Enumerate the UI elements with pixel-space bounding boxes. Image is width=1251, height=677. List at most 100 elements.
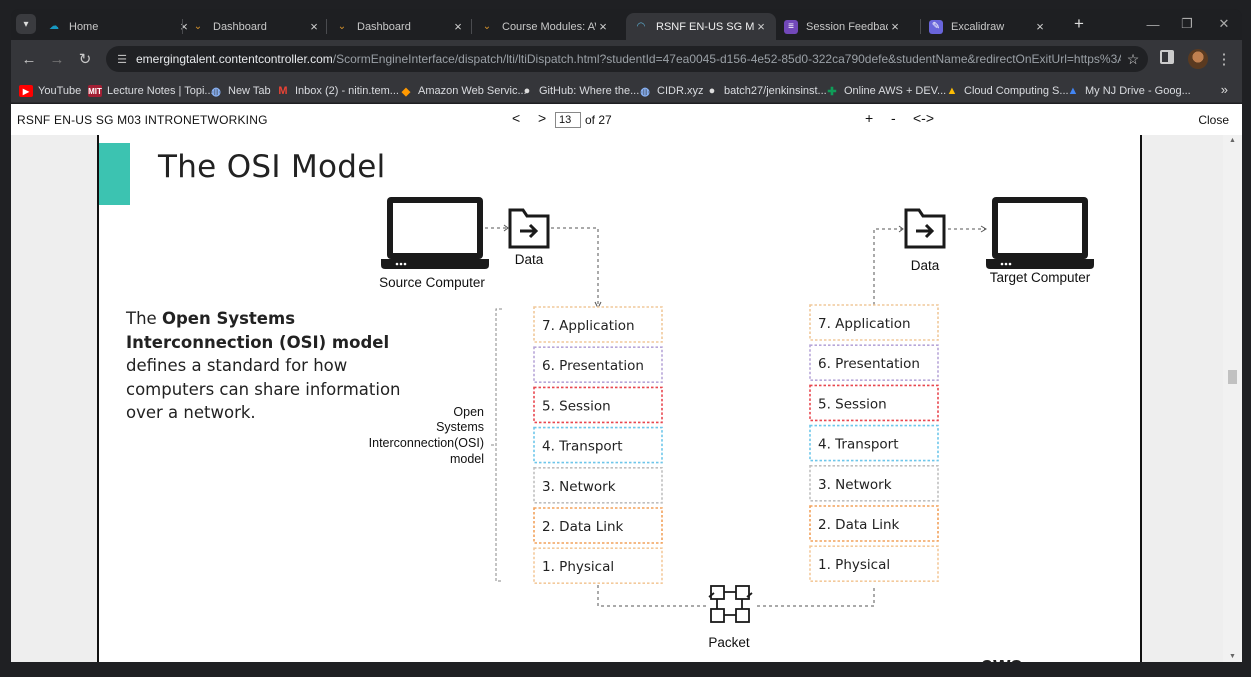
data-label-right: Data — [911, 258, 940, 273]
tab-title: Dashboard — [213, 20, 267, 33]
osi-stack-target: 7. Application 6. Presentation 5. Session 4… — [809, 304, 939, 583]
source-computer-icon — [381, 197, 489, 269]
scroll-up-icon[interactable]: ▲ — [1228, 137, 1237, 144]
close-tab-icon[interactable]: × — [1033, 19, 1047, 34]
back-arrow-icon[interactable]: ← — [19, 49, 39, 69]
bookmarks-bar: ▶ YouTube MIT Lecture Notes | Topi... ◍ New T… — [11, 78, 1242, 103]
osi-brace-line: Interconnection(OSI) — [369, 436, 484, 450]
bookmark-label: YouTube — [38, 85, 82, 97]
site-info-icon[interactable]: ☰ — [114, 51, 130, 67]
target-layer-label: 2. Data Link — [818, 517, 900, 533]
bookmark-item[interactable]: ● GitHub: Where the... — [520, 83, 640, 99]
arrow-right-icon — [980, 225, 987, 233]
github-icon: ● — [708, 85, 716, 97]
page-number-input[interactable]: 13 — [555, 112, 581, 128]
bookmark-label: CIDR.xyz — [657, 85, 704, 97]
bookmark-item[interactable]: ✚ Online AWS + DEV... — [825, 83, 946, 99]
chevron-down-icon: ▾ — [23, 18, 29, 30]
tab-title: Dashboard — [357, 20, 411, 33]
bookmark-item[interactable]: ◆ Amazon Web Servic... — [399, 83, 527, 99]
osi-brace-line: Systems — [436, 420, 484, 434]
drive-icon: ▲ — [1067, 85, 1079, 97]
bookmark-item[interactable]: ▲ My NJ Drive - Goog... — [1066, 83, 1191, 99]
browser-window: ▾ ☁ Home × ⌄ Dashboard × ⌄ Dashboard × ⌄ Course Mo… — [11, 9, 1242, 662]
zoom-in-button[interactable]: + — [865, 110, 873, 126]
browser-tab[interactable]: ⌄ Dashboard × — [327, 13, 473, 40]
close-tab-icon[interactable]: × — [888, 19, 902, 34]
bookmark-star-icon[interactable]: ☆ — [1124, 50, 1142, 68]
data-folder-icon — [508, 208, 550, 249]
github-icon: ● — [523, 85, 531, 97]
vertical-scrollbar[interactable]: ▲ ▼ — [1223, 135, 1242, 662]
browser-tab[interactable]: ⌄ Course Modules: AW × — [472, 13, 618, 40]
target-computer-icon — [986, 197, 1094, 269]
profile-avatar[interactable] — [1188, 49, 1208, 69]
tab-title: Excalidraw — [951, 20, 1005, 33]
scrollbar-thumb[interactable] — [1228, 370, 1237, 384]
bookmark-label: GitHub: Where the... — [539, 85, 640, 97]
source-layer-label: 1. Physical — [542, 559, 614, 575]
bookmark-item[interactable]: ● batch27/jenkinsinst... — [705, 83, 827, 99]
zoom-out-button[interactable]: - — [891, 110, 896, 126]
tab-title: Course Modules: AW — [502, 20, 596, 33]
next-page-button[interactable]: > — [538, 110, 546, 126]
fit-width-button[interactable]: <-> — [913, 110, 934, 126]
tab-search-button[interactable]: ▾ — [16, 14, 36, 34]
close-tab-icon[interactable]: × — [596, 19, 610, 34]
close-tab-icon[interactable]: × — [307, 19, 321, 34]
bookmark-label: Inbox (2) - nitin.tem... — [295, 85, 399, 97]
bookmark-label: Lecture Notes | Topi... — [107, 85, 214, 97]
osi-diagram: Source Computer Data Target Computer Dat… — [369, 197, 1094, 662]
source-layer-label: 2. Data Link — [542, 519, 624, 535]
bookmark-item[interactable]: M Inbox (2) - nitin.tem... — [276, 83, 399, 99]
bookmark-item[interactable]: ◍ New Tab — [209, 83, 271, 99]
url-host: emergingtalent.contentcontroller.com — [136, 52, 333, 66]
close-tab-icon[interactable]: × — [451, 19, 465, 34]
drive-icon: ▲ — [946, 85, 958, 97]
url-path: /ScormEngineInterface/dispatch/lti/ltiDi… — [332, 52, 1121, 66]
reload-icon[interactable]: ↻ — [75, 49, 95, 69]
close-window-icon[interactable]: ✕ — [1206, 13, 1242, 35]
canvas-icon: ⌄ — [193, 21, 203, 32]
gmail-icon: M — [278, 85, 288, 97]
source-layer-label: 7. Application — [542, 318, 635, 334]
navigation-toolbar: ← → ↻ ☰ emergingtalent.contentcontroller… — [11, 40, 1242, 78]
bookmark-item[interactable]: MIT Lecture Notes | Topi... — [88, 83, 214, 99]
bookmark-label: Amazon Web Servic... — [418, 85, 527, 97]
more-bookmarks-icon[interactable]: » — [1221, 82, 1228, 97]
address-bar[interactable]: ☰ emergingtalent.contentcontroller.com/S… — [106, 46, 1148, 72]
bookmark-label: Cloud Computing S... — [964, 85, 1069, 97]
bookmark-label: New Tab — [228, 85, 271, 97]
tab-separator — [471, 19, 472, 34]
new-tab-button[interactable]: + — [1068, 13, 1090, 35]
prev-page-button[interactable]: < — [512, 110, 520, 126]
scorm-player-bar: RSNF EN-US SG M03 INTRONETWORKING < > 13… — [11, 104, 1242, 135]
osi-brace — [491, 308, 502, 582]
scroll-down-icon[interactable]: ▼ — [1228, 653, 1237, 660]
browser-tab[interactable]: ☁ Home × — [39, 13, 199, 40]
tab-separator — [920, 19, 921, 34]
side-panel-icon[interactable] — [1160, 50, 1174, 64]
source-layer-label: 5. Session — [542, 398, 611, 414]
forward-arrow-icon[interactable]: → — [47, 49, 67, 69]
menu-kebab-icon[interactable]: ⋮ — [1217, 49, 1232, 69]
close-player-button[interactable]: Close — [1198, 113, 1229, 127]
canvas-icon: ⌄ — [337, 21, 347, 32]
close-tab-icon[interactable]: × — [754, 19, 768, 34]
aws-logo: aws — [981, 652, 1023, 662]
loading-icon: ◠ — [636, 21, 646, 32]
browser-tab[interactable]: ⌄ Dashboard × — [183, 13, 329, 40]
browser-tab[interactable]: ≡ Session Feedback Fo× — [776, 13, 910, 40]
restore-icon[interactable]: ❐ — [1169, 13, 1205, 35]
mit-icon: MIT — [88, 85, 102, 97]
minimize-icon[interactable]: — — [1135, 13, 1171, 35]
browser-tab[interactable]: ◠ RSNF EN-US SG M03× — [626, 13, 776, 40]
url-text[interactable]: emergingtalent.contentcontroller.com/Sco… — [136, 52, 1121, 66]
bookmark-item[interactable]: ▶ YouTube — [19, 83, 81, 99]
slide: The OSI Model The Open Systems Interconn… — [97, 135, 1142, 662]
bookmark-item[interactable]: ◍ CIDR.xyz — [638, 83, 703, 99]
bookmark-item[interactable]: ▲ Cloud Computing S... — [945, 83, 1069, 99]
data-label-left: Data — [515, 252, 544, 267]
browser-tab[interactable]: ✎ Excalidraw × — [921, 13, 1055, 40]
osi-brace-label: Open Systems Interconnection(OSI) model — [369, 405, 484, 466]
